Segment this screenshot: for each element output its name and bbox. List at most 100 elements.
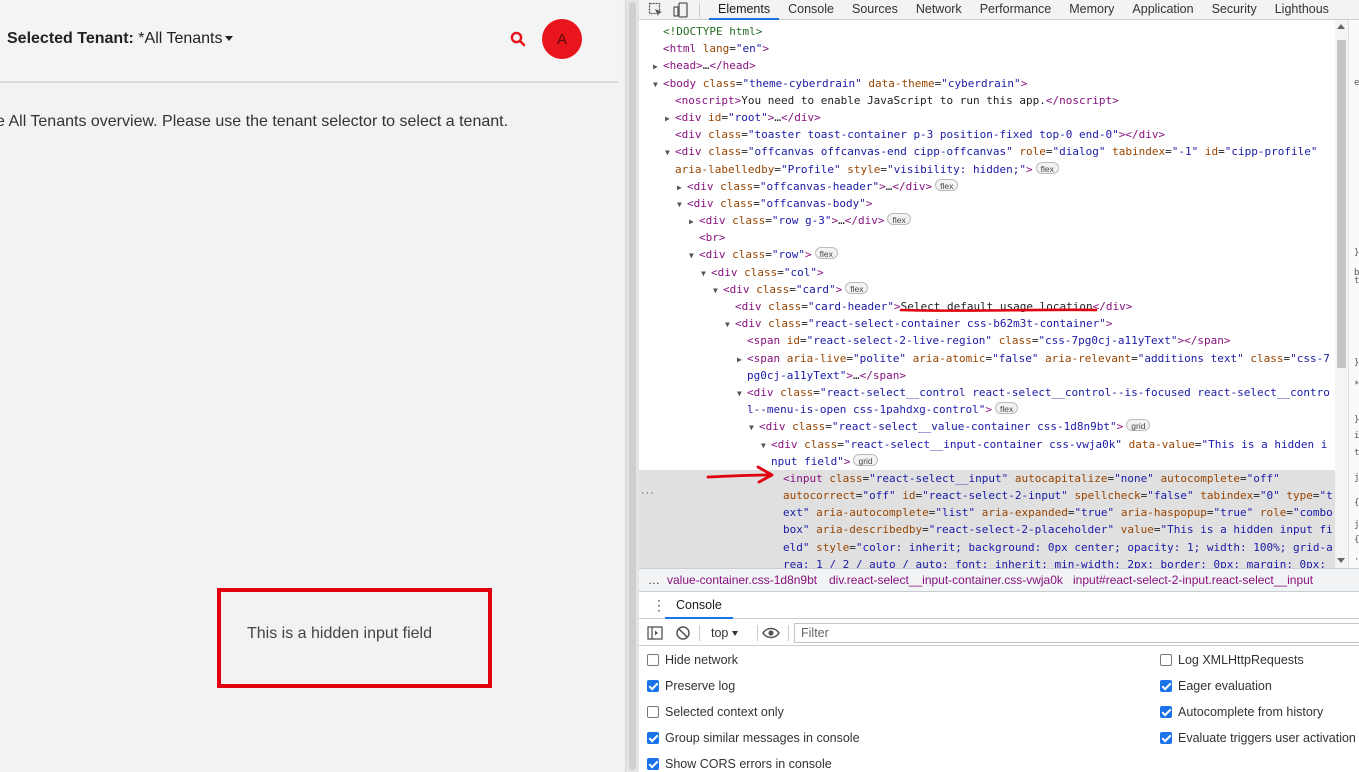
collapse-triangle-icon[interactable]: ▼: [653, 76, 663, 93]
tab-sources[interactable]: Sources: [843, 0, 907, 20]
tab-performance[interactable]: Performance: [971, 0, 1061, 20]
devtools-tabs: Elements Console Sources Network Performance…: [709, 0, 1338, 20]
collapse-triangle-icon[interactable]: ▼: [689, 247, 699, 264]
collapse-triangle-icon[interactable]: ▼: [713, 282, 723, 299]
sidebar-toggle-icon[interactable]: [647, 625, 663, 641]
breadcrumb-item[interactable]: div.react-select__input-container.css-vw…: [829, 569, 1063, 591]
dom-node-markup: autocorrect="off" id="react-select-2-inp…: [783, 489, 1333, 503]
arrow-annotation: [706, 465, 774, 484]
clear-console-icon[interactable]: [675, 625, 691, 641]
tab-memory[interactable]: Memory: [1060, 0, 1123, 20]
styles-pane-edge: e} b t} *} i t j{j{·: [1348, 20, 1359, 568]
search-icon[interactable]: [509, 30, 527, 48]
dom-node-line[interactable]: ▼ <div class="card"> flex: [639, 281, 1335, 298]
checkbox-checked[interactable]: [1160, 706, 1172, 718]
node-menu-ellipsis[interactable]: ···: [641, 487, 655, 499]
device-toolbar-icon[interactable]: [673, 2, 689, 18]
elements-scrollbar-thumb[interactable]: [1337, 40, 1346, 368]
dom-node-line[interactable]: <html lang="en">: [639, 40, 1335, 57]
expand-triangle-icon[interactable]: ▶: [677, 179, 687, 196]
collapse-triangle-icon[interactable]: ▼: [749, 419, 759, 436]
dom-node-line[interactable]: ▼ <div class="col">: [639, 264, 1335, 281]
dom-node-line[interactable]: <!DOCTYPE html>: [639, 23, 1335, 40]
tab-security[interactable]: Security: [1203, 0, 1266, 20]
avatar[interactable]: A: [542, 19, 582, 59]
dom-node-line[interactable]: ▼ <div class="react-select__value-contain…: [639, 418, 1335, 435]
dom-node-line[interactable]: ▼ <div class="react-select-container css-…: [639, 315, 1335, 332]
checkbox-checked[interactable]: [647, 758, 659, 770]
dom-node-line[interactable]: box" aria-describedby="react-select-2-pl…: [639, 521, 1335, 539]
dom-node-markup: <input class="react-select__input" autoc…: [783, 471, 1280, 485]
collapse-triangle-icon[interactable]: ▼: [725, 316, 735, 333]
tab-elements[interactable]: Elements: [709, 0, 780, 20]
dom-node-line[interactable]: ▼ <body class="theme-cyberdrain" data-the…: [639, 75, 1335, 92]
expand-triangle-icon[interactable]: ▶: [665, 110, 675, 127]
dom-node-line[interactable]: <noscript>You need to enable JavaScript …: [639, 92, 1335, 109]
dom-node-markup: <div class="card"> flex: [723, 281, 869, 296]
dom-node-line[interactable]: ▼ <div class="offcanvas offcanvas-end cip…: [639, 143, 1335, 160]
styles-pane-fragment: e: [1354, 78, 1359, 88]
toolbar-divider: [757, 625, 758, 641]
dom-node-line[interactable]: ▼ <div class="react-select__control react…: [639, 384, 1335, 401]
dom-node-line[interactable]: ▶ <div class="offcanvas-header">…</div> fl…: [639, 178, 1335, 195]
dom-node-line[interactable]: aria-labelledby="Profile" style="visibil…: [639, 161, 1335, 178]
dom-node-markup: aria-labelledby="Profile" style="visibil…: [675, 161, 1059, 176]
dom-node-line[interactable]: <div class="toaster toast-container p-3 …: [639, 126, 1335, 143]
collapse-triangle-icon[interactable]: ▼: [665, 144, 675, 161]
collapse-triangle-icon[interactable]: ▼: [677, 196, 687, 213]
dom-node-line[interactable]: <br>: [639, 229, 1335, 246]
inspect-element-icon[interactable]: [648, 2, 664, 18]
context-select[interactable]: top: [711, 625, 739, 641]
dom-node-line[interactable]: ▶ <div class="row g-3">…</div> flex: [639, 212, 1335, 229]
elements-scrollbar[interactable]: [1335, 20, 1348, 568]
console-filter-input[interactable]: [794, 623, 1359, 643]
checkbox-unchecked[interactable]: [647, 706, 659, 718]
checkbox-checked[interactable]: [1160, 732, 1172, 744]
expand-triangle-icon[interactable]: ▶: [653, 58, 663, 75]
dom-node-markup: pg0cj-a11yText">…</span>: [747, 368, 906, 382]
collapse-triangle-icon[interactable]: ▼: [737, 385, 747, 402]
breadcrumb-item[interactable]: input#react-select-2-input.react-select_…: [1073, 569, 1313, 591]
scroll-up-icon[interactable]: [1337, 24, 1345, 29]
breadcrumb-ellipsis[interactable]: …: [648, 569, 660, 591]
tenant-selector[interactable]: Selected Tenant: *All Tenants: [7, 30, 233, 48]
setting-label: Group similar messages in console: [665, 731, 860, 745]
console-toolbar: top: [639, 620, 1359, 646]
checkbox-checked[interactable]: [1160, 680, 1172, 692]
elements-tree-pane: <!DOCTYPE html> <html lang="en"> ▶ <head>…<…: [639, 20, 1335, 568]
checkbox-unchecked[interactable]: [1160, 654, 1172, 666]
tab-lighthous[interactable]: Lighthous: [1266, 0, 1338, 20]
dom-node-line[interactable]: ext" aria-autocomplete="list" aria-expan…: [639, 504, 1335, 522]
dom-node-line[interactable]: autocorrect="off" id="react-select-2-inp…: [639, 487, 1335, 505]
checkbox-checked[interactable]: [647, 680, 659, 692]
collapse-triangle-icon[interactable]: ▼: [701, 265, 711, 282]
dom-node-line[interactable]: ▶ <div id="root">…</div>: [639, 109, 1335, 126]
dom-node-line[interactable]: ▼ <div class="react-select__input-contain…: [639, 436, 1335, 453]
page-scrollbar[interactable]: [625, 0, 639, 772]
dom-node-line[interactable]: pg0cj-a11yText">…</span>: [639, 367, 1335, 384]
expand-triangle-icon[interactable]: ▶: [737, 351, 747, 368]
tab-network[interactable]: Network: [907, 0, 971, 20]
live-expression-eye-icon[interactable]: [761, 625, 781, 641]
checkbox-checked[interactable]: [647, 732, 659, 744]
dom-node-line[interactable]: ▶ <head>…</head>: [639, 57, 1335, 74]
setting-label: Selected context only: [665, 705, 784, 719]
dom-node-line[interactable]: ▶ <span aria-live="polite" aria-atomic="f…: [639, 350, 1335, 367]
tab-application[interactable]: Application: [1123, 0, 1202, 20]
collapse-triangle-icon[interactable]: ▼: [761, 437, 771, 454]
scroll-down-icon[interactable]: [1337, 558, 1345, 563]
expand-triangle-icon[interactable]: ▶: [689, 213, 699, 230]
dom-node-line[interactable]: ▼ <div class="offcanvas-body">: [639, 195, 1335, 212]
dom-node-line[interactable]: rea: 1 / 2 / auto / auto; font: inherit;…: [639, 555, 1335, 568]
more-vertical-icon[interactable]: ⋮: [652, 598, 666, 612]
breadcrumb-item[interactable]: value-container.css-1d8n9bt: [667, 569, 817, 591]
tab-console-drawer[interactable]: Console: [665, 593, 733, 619]
tab-console[interactable]: Console: [779, 0, 843, 20]
page-scrollbar-thumb[interactable]: [629, 2, 636, 770]
dom-node-line[interactable]: ▼ <div class="row"> flex: [639, 246, 1335, 263]
dom-node-line[interactable]: eld" style="color: inherit; background: …: [639, 538, 1335, 556]
dom-node-line[interactable]: <span id="react-select-2-live-region" cl…: [639, 332, 1335, 349]
styles-pane-fragment: ·: [1354, 555, 1359, 565]
dom-node-line[interactable]: l--menu-is-open css-1pahdxg-control"> fle…: [639, 401, 1335, 418]
checkbox-unchecked[interactable]: [647, 654, 659, 666]
